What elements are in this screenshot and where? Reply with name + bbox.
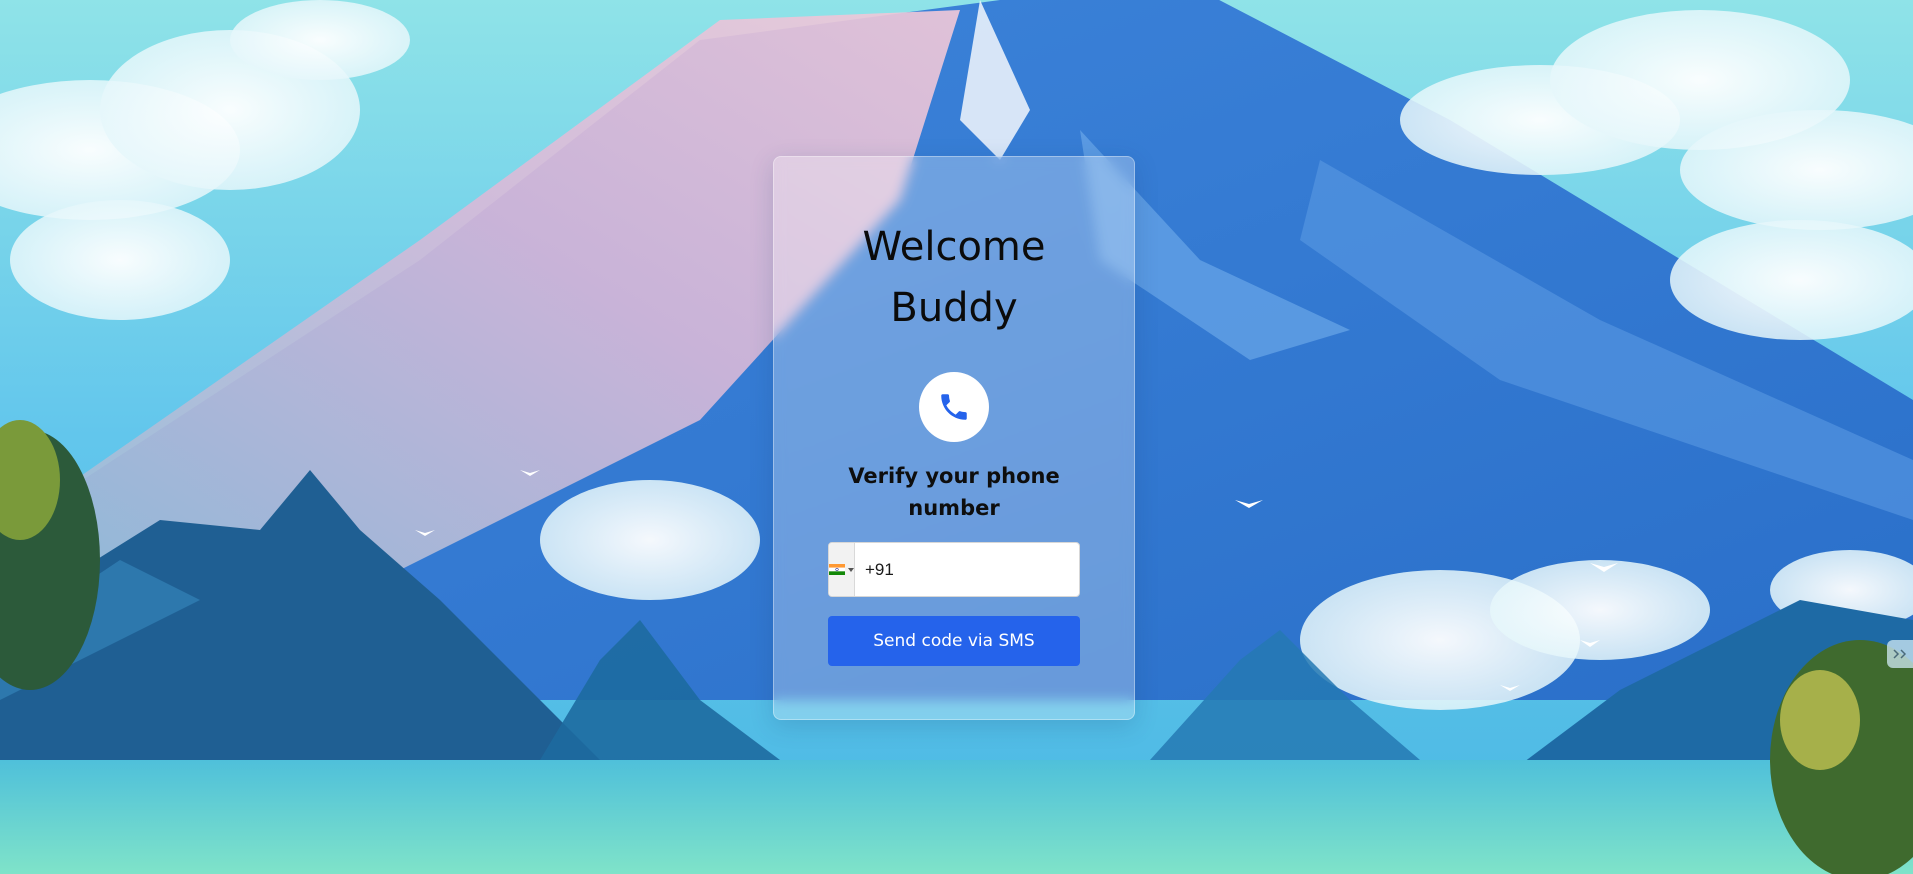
phone-icon [941, 394, 967, 420]
side-widget[interactable] [1887, 640, 1913, 668]
verify-heading: Verify your phone number [774, 460, 1134, 524]
country-code-select[interactable] [829, 543, 855, 596]
india-flag-icon [829, 564, 845, 575]
send-code-button[interactable]: Send code via SMS [828, 616, 1080, 666]
title-line-2: Buddy [890, 285, 1018, 331]
page-title: Welcome Buddy [774, 217, 1134, 339]
title-line-1: Welcome [862, 224, 1046, 270]
background-scene: Welcome Buddy Verify your phone number +… [0, 0, 1913, 874]
caret-down-icon [848, 567, 854, 572]
phone-input[interactable] [855, 543, 1096, 596]
verify-line-2: number [908, 496, 1000, 520]
double-chevron-icon [1893, 649, 1907, 659]
phone-number-field [828, 542, 1096, 597]
phone-badge [919, 372, 989, 442]
verify-line-1: Verify your phone [848, 464, 1060, 488]
verification-card: Welcome Buddy Verify your phone number +… [773, 156, 1135, 720]
